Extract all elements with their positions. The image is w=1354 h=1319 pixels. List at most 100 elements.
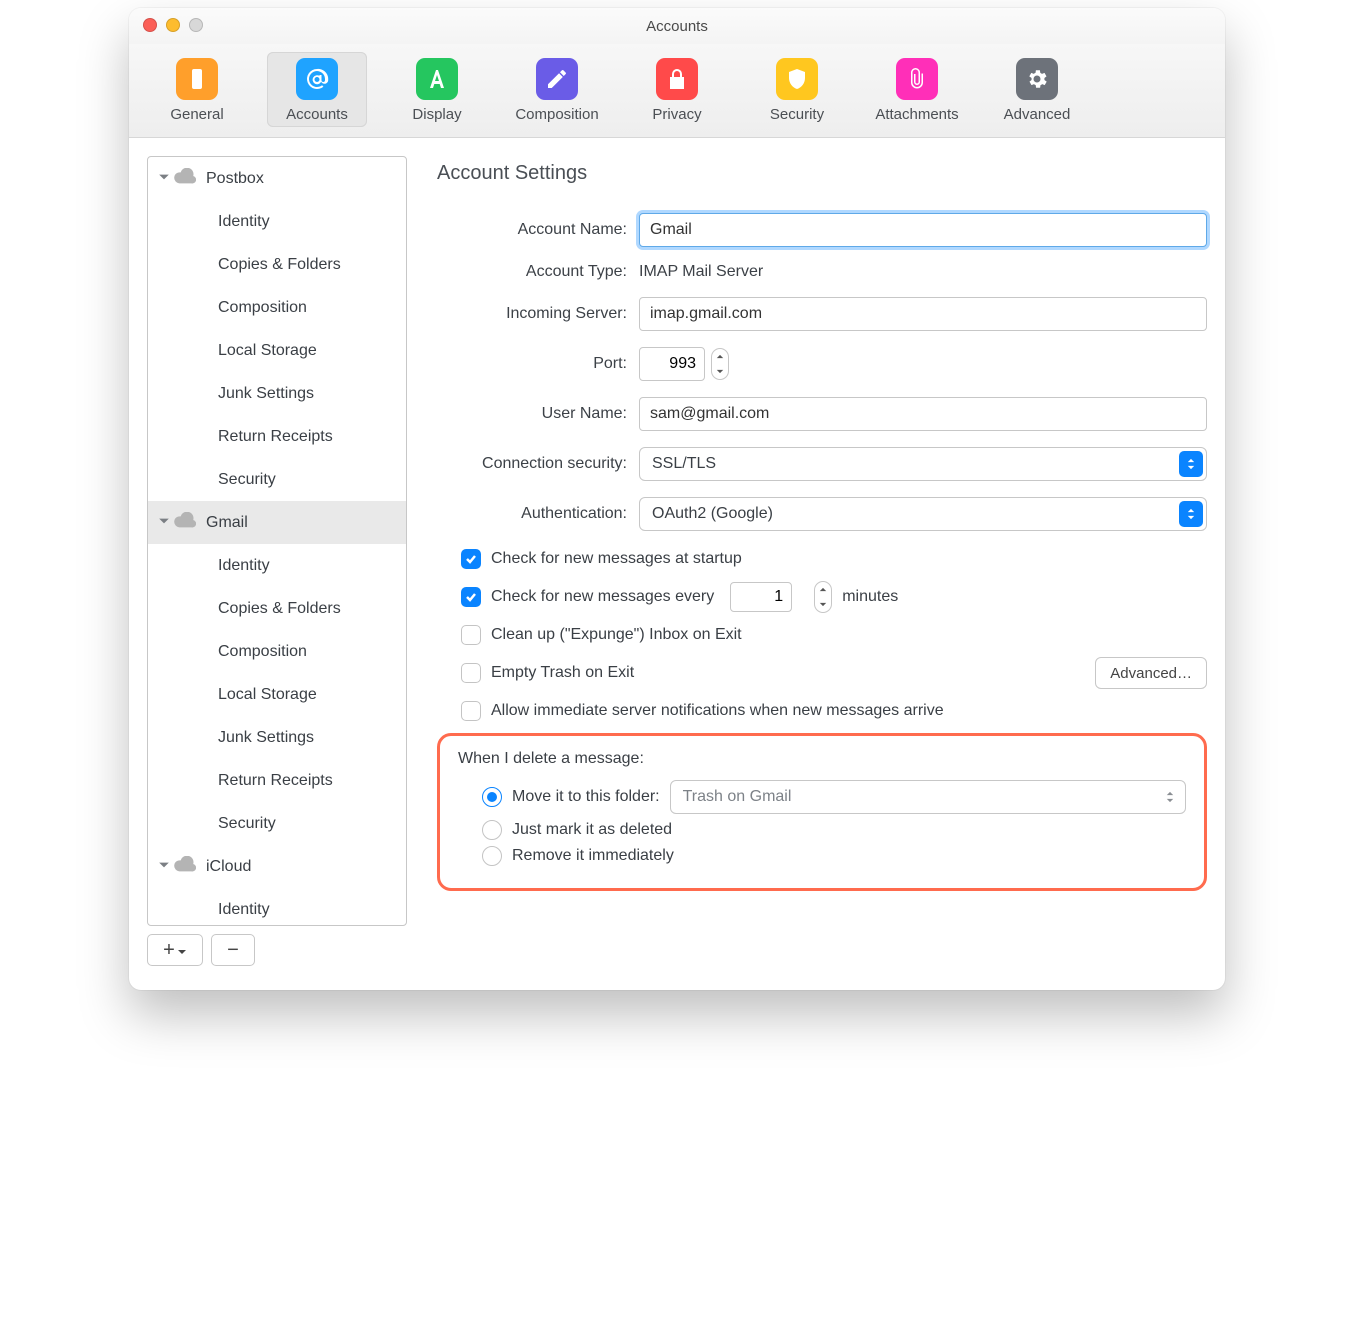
toolbar-advanced[interactable]: Advanced (987, 52, 1087, 127)
connection-security-label: Connection security: (437, 455, 627, 473)
radio-mark-label: Just mark it as deleted (512, 821, 672, 839)
toolbar-general[interactable]: General (147, 52, 247, 127)
accounts-sidebar: Postbox Identity Copies & Folders Compos… (147, 156, 407, 966)
preferences-toolbar: General Accounts Display Composition Pri… (129, 44, 1225, 138)
check-every[interactable] (461, 587, 481, 607)
account-name-label: Account Name: (437, 221, 627, 239)
window-title: Accounts (646, 18, 708, 35)
add-account-button[interactable]: + (147, 934, 203, 966)
tree-item[interactable]: Copies & Folders (148, 243, 406, 286)
check-every-input[interactable] (730, 582, 792, 612)
toolbar-privacy[interactable]: Privacy (627, 52, 727, 127)
tree-item[interactable]: Return Receipts (148, 415, 406, 458)
check-startup-label: Check for new messages at startup (491, 550, 742, 568)
account-type-value: IMAP Mail Server (639, 263, 763, 281)
tree-item[interactable]: Composition (148, 286, 406, 329)
select-value: SSL/TLS (652, 455, 716, 473)
tree-item[interactable]: Composition (148, 630, 406, 673)
account-type-label: Account Type: (437, 263, 627, 281)
chevron-down-icon (158, 858, 170, 876)
user-name-input[interactable] (639, 397, 1207, 431)
cloud-icon (174, 856, 196, 877)
window-close-button[interactable] (143, 18, 157, 32)
account-label: Gmail (206, 514, 248, 532)
chevron-up-icon (712, 349, 728, 364)
check-idle-label: Allow immediate server notifications whe… (491, 702, 944, 720)
port-input[interactable] (639, 347, 705, 381)
toolbar-display[interactable]: Display (387, 52, 487, 127)
port-stepper[interactable] (711, 348, 729, 380)
tree-item[interactable]: Identity (148, 888, 406, 926)
letter-a-icon (416, 58, 458, 100)
chevron-down-icon (158, 514, 170, 532)
tree-item[interactable]: Identity (148, 200, 406, 243)
tree-item[interactable]: Security (148, 802, 406, 845)
radio-mark-deleted[interactable] (482, 820, 502, 840)
plus-icon: + (163, 940, 175, 960)
check-startup[interactable] (461, 549, 481, 569)
radio-move-label: Move it to this folder: (512, 788, 660, 806)
remove-account-button[interactable]: − (211, 934, 255, 966)
account-label: Postbox (206, 170, 264, 188)
select-arrows-icon (1179, 451, 1203, 477)
tree-item[interactable]: Return Receipts (148, 759, 406, 802)
tree-item[interactable]: Junk Settings (148, 716, 406, 759)
window-zoom-button[interactable] (189, 18, 203, 32)
window-minimize-button[interactable] (166, 18, 180, 32)
paperclip-icon (896, 58, 938, 100)
folder-select-value: Trash on Gmail (683, 788, 792, 806)
chevron-down-icon (158, 170, 170, 188)
minutes-stepper[interactable] (814, 581, 832, 613)
user-name-label: User Name: (437, 405, 627, 423)
authentication-label: Authentication: (437, 505, 627, 523)
radio-remove-immediately[interactable] (482, 846, 502, 866)
check-expunge[interactable] (461, 625, 481, 645)
select-value: OAuth2 (Google) (652, 505, 773, 523)
at-sign-icon (296, 58, 338, 100)
port-label: Port: (437, 355, 627, 373)
radio-move-to-folder[interactable] (482, 787, 502, 807)
check-idle[interactable] (461, 701, 481, 721)
account-label: iCloud (206, 858, 251, 876)
account-postbox[interactable]: Postbox (148, 157, 406, 200)
toolbar-accounts[interactable]: Accounts (267, 52, 367, 127)
check-every-label-b: minutes (842, 588, 898, 606)
chevron-up-icon (815, 582, 831, 597)
chevron-down-icon (177, 940, 187, 960)
cloud-icon (174, 512, 196, 533)
delete-folder-select[interactable]: Trash on Gmail (670, 780, 1186, 814)
incoming-server-label: Incoming Server: (437, 305, 627, 323)
minus-icon: − (227, 940, 239, 960)
toolbar-security[interactable]: Security (747, 52, 847, 127)
check-empty-trash[interactable] (461, 663, 481, 683)
titlebar: Accounts (129, 8, 1225, 44)
connection-security-select[interactable]: SSL/TLS (639, 447, 1207, 481)
tree-item[interactable]: Junk Settings (148, 372, 406, 415)
accounts-tree[interactable]: Postbox Identity Copies & Folders Compos… (147, 156, 407, 926)
gear-icon (1016, 58, 1058, 100)
delete-behavior-group: When I delete a message: Move it to this… (437, 733, 1207, 891)
toolbar-attachments[interactable]: Attachments (867, 52, 967, 127)
chevron-down-icon (712, 364, 728, 379)
cloud-icon (174, 168, 196, 189)
phone-icon (176, 58, 218, 100)
tree-item[interactable]: Local Storage (148, 329, 406, 372)
tree-item[interactable]: Security (148, 458, 406, 501)
account-settings-panel: Account Settings Account Name: Account T… (437, 156, 1207, 966)
select-arrows-icon (1163, 786, 1177, 808)
delete-group-title: When I delete a message: (458, 750, 1186, 768)
toolbar-composition[interactable]: Composition (507, 52, 607, 127)
tree-item[interactable]: Copies & Folders (148, 587, 406, 630)
panel-heading: Account Settings (437, 162, 1207, 185)
check-empty-trash-label: Empty Trash on Exit (491, 664, 634, 682)
account-gmail[interactable]: Gmail (148, 501, 406, 544)
tree-item[interactable]: Local Storage (148, 673, 406, 716)
advanced-button[interactable]: Advanced… (1095, 657, 1207, 689)
tree-item[interactable]: Identity (148, 544, 406, 587)
account-icloud[interactable]: iCloud (148, 845, 406, 888)
shield-icon (776, 58, 818, 100)
account-name-input[interactable] (639, 213, 1207, 247)
incoming-server-input[interactable] (639, 297, 1207, 331)
authentication-select[interactable]: OAuth2 (Google) (639, 497, 1207, 531)
lock-icon (656, 58, 698, 100)
